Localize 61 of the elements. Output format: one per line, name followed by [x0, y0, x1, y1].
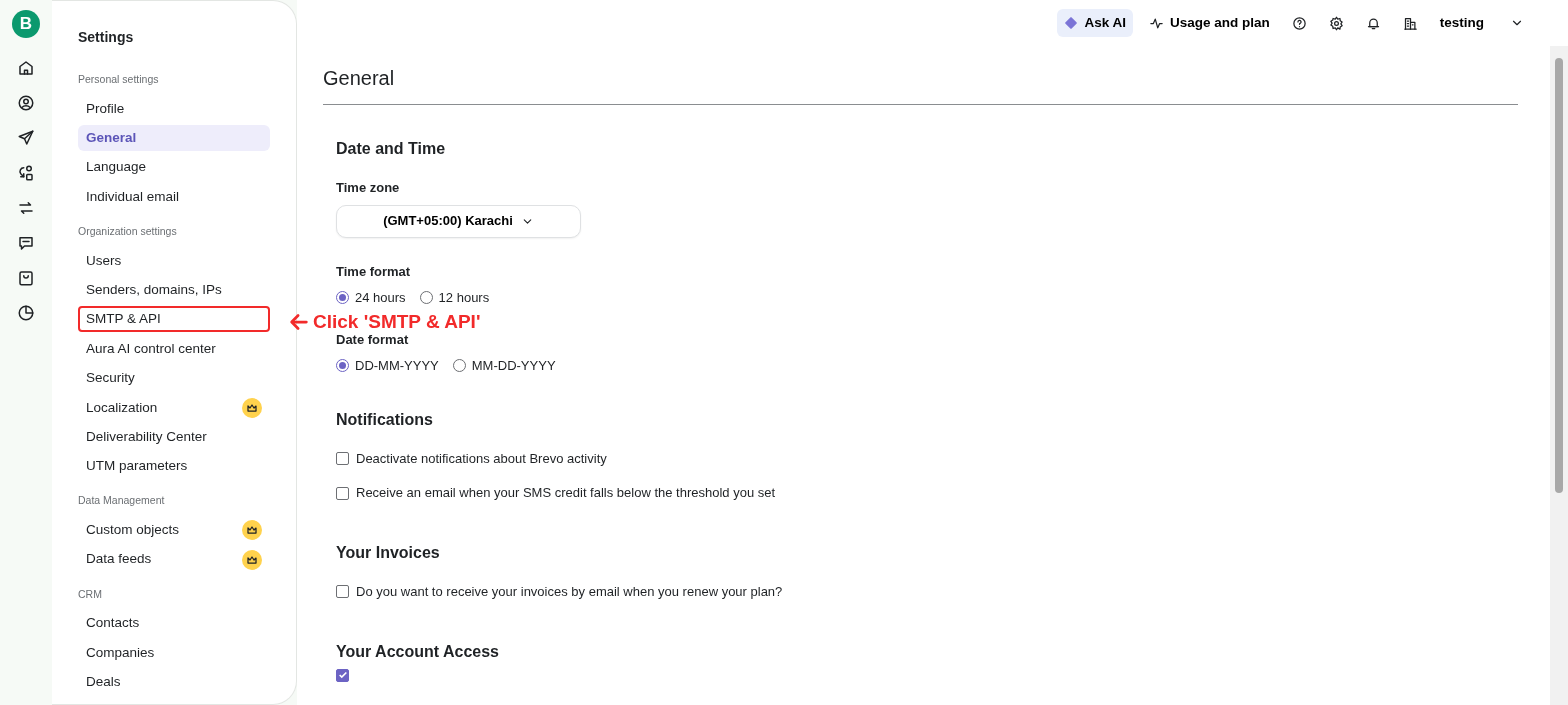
radio-option[interactable]: MM-DD-YYYY [452, 356, 556, 376]
group-heading: CRM [78, 586, 103, 602]
pie-chart-icon[interactable] [17, 304, 35, 322]
home-icon[interactable] [17, 59, 35, 77]
section-heading: Your Invoices [336, 542, 441, 563]
sidebar-item[interactable]: SMTP & API [78, 306, 270, 333]
sidebar-item[interactable]: Localization [78, 394, 270, 421]
sidebar-item[interactable]: Profile [78, 95, 270, 122]
sidebar-item[interactable]: Aura AI control center [78, 335, 270, 362]
usage-plan-button[interactable]: Usage and plan [1142, 8, 1276, 38]
sidebar-item[interactable]: Companies [78, 639, 270, 666]
crown-icon [242, 520, 262, 541]
checkbox-label: Receive an email when your SMS credit falls below the threshold you set [356, 484, 776, 503]
sidebar-item[interactable]: Deals [78, 669, 270, 696]
user-icon[interactable] [17, 94, 35, 112]
settings-icon[interactable] [1328, 15, 1344, 31]
sidebar-item[interactable]: UTM parameters [78, 453, 270, 480]
section-heading: Date and Time [336, 139, 447, 159]
diamond-icon [1064, 16, 1079, 30]
checkbox[interactable] [336, 585, 349, 599]
sidebar-item[interactable]: Data feeds [78, 546, 270, 573]
chat-icon[interactable] [17, 234, 35, 252]
radio-option[interactable]: 12 hours [419, 288, 490, 308]
timezone-dropdown[interactable]: (GMT+05:00) Karachi [336, 204, 581, 238]
building-icon[interactable] [1402, 15, 1418, 31]
checkbox[interactable] [336, 668, 349, 682]
sidebar-item[interactable]: General [78, 125, 270, 152]
ask-ai-button[interactable]: Ask AI [1057, 8, 1133, 38]
group-heading: Organization settings [78, 223, 178, 239]
logo-icon[interactable]: B [12, 10, 40, 38]
sidebar-item[interactable]: Language [78, 154, 270, 181]
checkbox-label: Do you want to receive your invoices by email when you renew your plan? [356, 583, 783, 602]
group-heading: Data Management [78, 493, 166, 509]
radio-option[interactable]: DD-MM-YYYY [336, 356, 439, 376]
send-icon[interactable] [17, 129, 35, 147]
checkbox[interactable] [336, 452, 349, 466]
sidebar-title: Settings [78, 28, 135, 47]
sidebar-item[interactable]: Contacts [78, 610, 270, 637]
group-heading: Personal settings [78, 72, 160, 87]
sidebar-item[interactable]: Security [78, 365, 270, 392]
sidebar-item[interactable]: Users [78, 247, 270, 274]
sidebar-item[interactable]: Custom objects [78, 517, 270, 544]
sidebar-item[interactable]: Senders, domains, IPs [78, 277, 270, 304]
sidebar-item[interactable]: Individual email [78, 183, 270, 210]
crown-icon [242, 397, 262, 418]
account-menu[interactable]: testing [1433, 8, 1530, 38]
checkbox[interactable] [336, 486, 349, 500]
field-label: Time zone [336, 179, 401, 198]
checkbox-label: Deactivate notifications about Brevo activity [356, 449, 607, 468]
page-title: General [323, 66, 1518, 105]
bell-icon[interactable] [1365, 15, 1381, 31]
field-label: Time format [336, 262, 412, 281]
help-icon[interactable] [1291, 15, 1307, 31]
bag-icon[interactable] [17, 269, 35, 287]
crown-icon [242, 549, 262, 570]
automation-icon[interactable] [17, 164, 35, 182]
section-heading: Notifications [336, 409, 434, 429]
section-heading: Your Account Access [336, 641, 500, 661]
radio-option[interactable]: 24 hours [336, 288, 406, 308]
scrollbar-thumb[interactable] [1555, 58, 1563, 493]
sidebar-item[interactable]: Deliverability Center [78, 424, 270, 450]
